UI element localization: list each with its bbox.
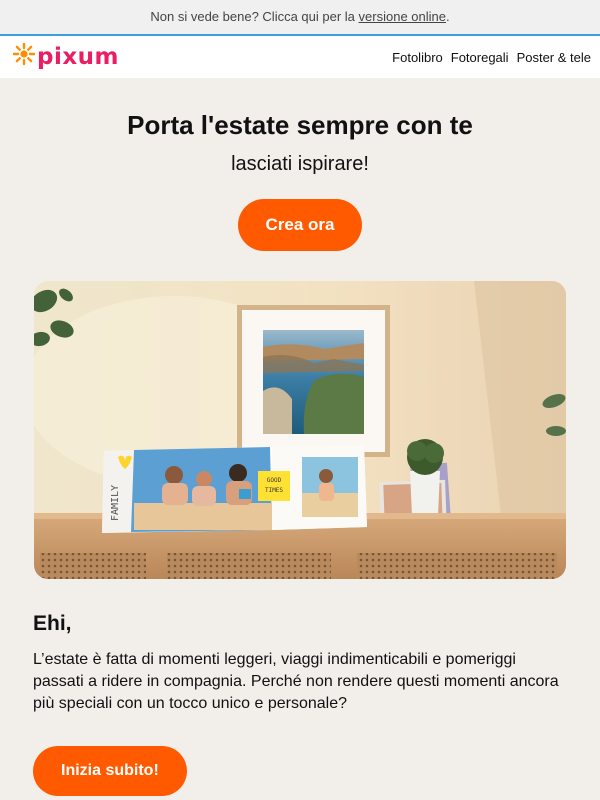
header: pixum Fotolibro Fotoregali Poster & tele — [0, 36, 600, 78]
start-now-button[interactable]: Inizia subito! — [33, 746, 187, 796]
intro-section: Ehi, L’estate è fatta di momenti leggeri… — [0, 579, 600, 796]
book-cover-text: FAMILY — [110, 485, 121, 521]
hero: Porta l'estate sempre con te lasciati is… — [0, 78, 600, 251]
hero-image[interactable]: FAMILY GOOD TIMES — [34, 281, 566, 579]
logo-wordmark: pixum — [37, 43, 120, 70]
preheader-bar: Non si vede bene? Clicca qui per la vers… — [0, 0, 600, 36]
hero-title: Porta l'estate sempre con te — [127, 110, 473, 140]
online-version-link[interactable]: versione online — [359, 9, 446, 24]
sticker-text-1: GOOD — [267, 477, 282, 484]
intro-paragraph: L’estate è fatta di momenti leggeri, via… — [33, 651, 559, 712]
create-now-button[interactable]: Crea ora — [238, 199, 362, 251]
sun-icon — [12, 42, 36, 73]
nav-item-poster-tele[interactable]: Poster & tele — [517, 50, 591, 65]
hero-subtitle: lasciati ispirare! — [231, 153, 369, 175]
email-page: Non si vede bene? Clicca qui per la vers… — [0, 0, 600, 800]
preheader-text: Non si vede bene? Clicca qui per la — [150, 9, 355, 24]
preheader-suffix: . — [445, 9, 450, 24]
pixum-logo[interactable]: pixum — [12, 42, 119, 73]
sticker-text-2: TIMES — [265, 487, 283, 494]
hero-image-illustration: FAMILY GOOD TIMES — [34, 281, 566, 579]
main-nav: Fotolibro Fotoregali Poster & tele — [392, 50, 591, 65]
greeting-heading: Ehi, — [33, 612, 72, 635]
nav-item-fotolibro[interactable]: Fotolibro — [392, 50, 443, 65]
nav-item-fotoregali[interactable]: Fotoregali — [451, 50, 509, 65]
